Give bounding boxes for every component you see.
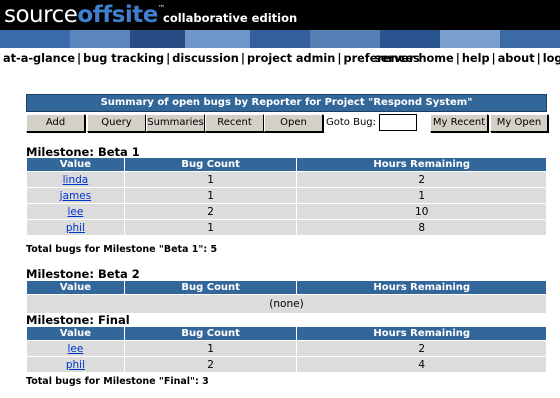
column-header-bug-count: Bug Count xyxy=(123,157,298,172)
reporter-link[interactable]: phil xyxy=(66,359,85,371)
table-row: phil 1 8 xyxy=(26,219,547,236)
bug-count-cell: 2 xyxy=(123,203,298,220)
bug-count-cell: 1 xyxy=(123,340,298,357)
add-button[interactable]: Add xyxy=(26,114,85,132)
open-button[interactable]: Open xyxy=(264,114,323,132)
nav-link-about[interactable]: about xyxy=(498,52,535,65)
edition-label: collaborative edition xyxy=(163,11,298,25)
hours-remaining-cell: 8 xyxy=(296,219,547,236)
table-row: james 1 1 xyxy=(26,187,547,204)
nav-link-discussion[interactable]: discussion xyxy=(172,52,239,65)
my-recent-button[interactable]: My Recent xyxy=(430,114,488,132)
column-header-hours-remaining: Hours Remaining xyxy=(296,157,547,172)
nav-link-help[interactable]: help xyxy=(462,52,490,65)
table-header-row: Value Bug Count Hours Remaining xyxy=(26,326,547,341)
column-header-value: Value xyxy=(26,280,125,295)
reporter-link[interactable]: lee xyxy=(67,343,83,355)
column-header-bug-count: Bug Count xyxy=(123,326,298,341)
column-header-hours-remaining: Hours Remaining xyxy=(296,326,547,341)
reporter-link[interactable]: lee xyxy=(67,206,83,218)
table-row: lee 1 2 xyxy=(26,340,547,357)
brand-word-offsite: offsite xyxy=(77,2,158,28)
brand-word-source: source xyxy=(4,2,78,28)
reporter-link[interactable]: james xyxy=(60,190,92,202)
column-header-value: Value xyxy=(26,157,125,172)
milestone-total-beta-1: Total bugs for Milestone "Beta 1": 5 xyxy=(26,244,218,255)
milestone-title-final: Milestone: Final xyxy=(26,313,130,327)
bug-count-cell: 2 xyxy=(123,356,298,373)
table-header-row: Value Bug Count Hours Remaining xyxy=(26,280,547,295)
summaries-button[interactable]: Summaries xyxy=(146,114,205,132)
nav-link-at-a-glance[interactable]: at-a-glance xyxy=(3,52,75,65)
bug-count-cell: 1 xyxy=(123,219,298,236)
milestone-title-beta-2: Milestone: Beta 2 xyxy=(26,267,140,281)
hours-remaining-cell: 1 xyxy=(296,187,547,204)
milestone-table-beta-1: Value Bug Count Hours Remaining linda 1 … xyxy=(26,157,547,236)
nav-link-project-admin[interactable]: project admin xyxy=(247,52,335,65)
column-header-value: Value xyxy=(26,326,125,341)
recent-button[interactable]: Recent xyxy=(205,114,264,132)
summary-title: Summary of open bugs by Reporter for Pro… xyxy=(26,94,547,112)
summary-panel: Summary of open bugs by Reporter for Pro… xyxy=(26,94,548,134)
header-banner: source offsite ™ collaborative edition xyxy=(0,0,560,48)
nav-link-logout[interactable]: logout xyxy=(543,52,560,65)
reporter-link[interactable]: phil xyxy=(66,222,85,234)
milestone-total-final: Total bugs for Milestone "Final": 3 xyxy=(26,376,209,387)
query-button[interactable]: Query xyxy=(87,114,146,132)
nav-link-server-home[interactable]: server home xyxy=(374,52,454,65)
main-nav: at-a-glance | bug tracking | discussion | proj… xyxy=(0,48,560,69)
reporter-link[interactable]: linda xyxy=(63,174,89,186)
app-logo: source offsite ™ xyxy=(4,0,165,30)
table-header-row: Value Bug Count Hours Remaining xyxy=(26,157,547,172)
goto-bug-input[interactable] xyxy=(379,114,417,131)
hours-remaining-cell: 4 xyxy=(296,356,547,373)
banner-photo-strip xyxy=(0,30,560,48)
toolbar: Add Query Summaries Recent Open Goto Bug… xyxy=(26,114,548,134)
milestone-table-final: Value Bug Count Hours Remaining lee 1 2 … xyxy=(26,326,547,373)
nav-link-bug-tracking[interactable]: bug tracking xyxy=(83,52,164,65)
nav-left-group: at-a-glance | bug tracking | discussion | proj… xyxy=(3,52,420,65)
table-row: phil 2 4 xyxy=(26,356,547,373)
milestone-table-beta-2: Value Bug Count Hours Remaining (none) xyxy=(26,280,547,314)
hours-remaining-cell: 10 xyxy=(296,203,547,220)
hours-remaining-cell: 2 xyxy=(296,171,547,188)
table-row: linda 1 2 xyxy=(26,171,547,188)
column-header-hours-remaining: Hours Remaining xyxy=(296,280,547,295)
column-header-bug-count: Bug Count xyxy=(123,280,298,295)
nav-right-group: server home|help|about|logout xyxy=(374,48,560,69)
table-row: (none) xyxy=(26,294,547,314)
bug-count-cell: 1 xyxy=(123,187,298,204)
hours-remaining-cell: 2 xyxy=(296,340,547,357)
goto-bug-label: Goto Bug: xyxy=(326,117,376,128)
table-row: lee 2 10 xyxy=(26,203,547,220)
empty-cell: (none) xyxy=(26,294,547,314)
bug-count-cell: 1 xyxy=(123,171,298,188)
my-open-button[interactable]: My Open xyxy=(490,114,548,132)
